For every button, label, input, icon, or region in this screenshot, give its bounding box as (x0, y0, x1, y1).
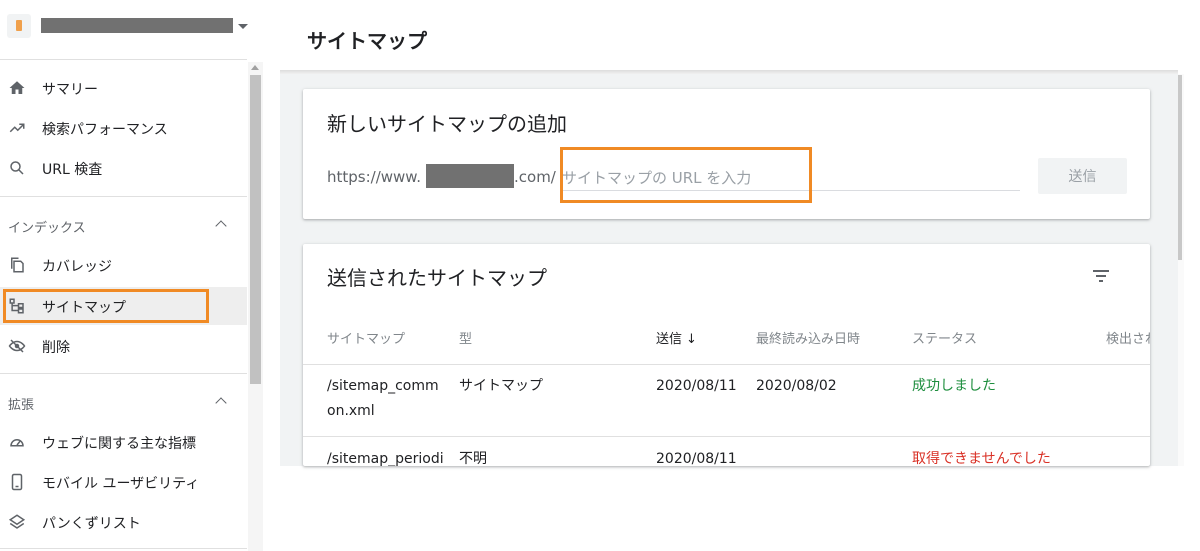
cell-type: 不明 (459, 451, 487, 466)
property-selector[interactable] (0, 0, 263, 58)
sidebar-item-label: サイトマップ (42, 300, 126, 316)
cell-sitemap-continued[interactable]: on.xml (327, 399, 375, 423)
column-header-discovered[interactable]: 検出され (1106, 328, 1150, 347)
home-icon (8, 79, 26, 97)
submitted-sitemaps-title: 送信されたサイトマップ (327, 266, 547, 290)
sidebar-item-label: サマリー (42, 82, 98, 98)
page-title: サイトマップ (307, 29, 427, 53)
property-name-redacted (41, 18, 233, 33)
chevron-up-icon[interactable] (215, 397, 227, 409)
search-console-app: サマリー 検索パフォーマンス URL 検査 インデックス カバレッジ サイトマッ… (0, 0, 1200, 551)
url-prefix-start: https://www. (327, 168, 421, 186)
sitemap-url-input[interactable] (562, 165, 1020, 191)
sidebar-item-web-vitals[interactable]: ウェブに関する主な指標 (0, 423, 247, 461)
sidebar: サマリー 検索パフォーマンス URL 検査 インデックス カバレッジ サイトマッ… (0, 0, 263, 551)
column-header-last-read[interactable]: 最終読み込み日時 (756, 328, 860, 347)
gauge-icon (8, 433, 26, 451)
sidebar-item-label: パンくずリスト (42, 516, 141, 532)
sidebar-item-url-inspection[interactable]: URL 検査 (0, 149, 247, 187)
main-scrollbar-thumb[interactable] (1178, 75, 1182, 260)
filter-icon[interactable] (1089, 264, 1113, 288)
column-header-status[interactable]: ステータス (912, 328, 977, 347)
add-sitemap-title: 新しいサイトマップの追加 (327, 112, 567, 136)
submit-button[interactable]: 送信 (1038, 158, 1127, 194)
sort-arrow-icon: ↓ (686, 332, 697, 347)
cell-sitemap[interactable]: /sitemap_periodi (327, 447, 444, 466)
chevron-up-icon[interactable] (215, 220, 227, 232)
sidebar-item-label: ウェブに関する主な指標 (42, 436, 196, 452)
sidebar-item-label: カバレッジ (42, 259, 112, 275)
divider (0, 548, 247, 549)
sidebar-item-label: モバイル ユーザビリティ (42, 476, 200, 492)
cell-status: 取得できませんでした (912, 451, 1051, 466)
sidebar-item-coverage[interactable]: カバレッジ (0, 246, 247, 284)
domain-redacted (426, 164, 514, 188)
caret-down-icon[interactable] (238, 24, 248, 29)
sidebar-item-breadcrumbs[interactable]: パンくずリスト (0, 503, 247, 541)
column-header-type[interactable]: 型 (459, 328, 472, 347)
sidebar-item-summary[interactable]: サマリー (0, 69, 247, 107)
column-header-label: 送信 (656, 332, 683, 347)
sidebar-item-label: 検索パフォーマンス (42, 122, 168, 138)
cell-sitemap[interactable]: /sitemap_comm (327, 374, 439, 398)
divider (0, 196, 247, 197)
url-prefix-end: .com/ (514, 168, 556, 186)
column-header-sitemap[interactable]: サイトマップ (327, 328, 405, 347)
cell-submitted: 2020/08/11 (656, 378, 737, 394)
divider (0, 59, 247, 60)
copy-icon (8, 256, 26, 274)
sidebar-item-sitemaps[interactable]: サイトマップ (0, 287, 247, 325)
cell-status: 成功しました (912, 378, 996, 394)
section-label: 拡張 (8, 398, 35, 413)
sitemap-icon (8, 297, 26, 315)
section-header-index[interactable]: インデックス (0, 210, 247, 240)
sidebar-item-mobile-usability[interactable]: モバイル ユーザビリティ (0, 463, 247, 501)
trending-up-icon (8, 119, 26, 137)
section-label: インデックス (8, 221, 86, 236)
smartphone-icon (8, 473, 26, 491)
scroll-up-arrow-icon[interactable] (251, 65, 259, 70)
add-sitemap-card: 新しいサイトマップの追加 https://www. .com/ 送信 (303, 89, 1150, 219)
sidebar-scrollbar-thumb[interactable] (250, 75, 261, 384)
divider (0, 373, 247, 374)
property-icon (7, 14, 31, 38)
cell-type: サイトマップ (459, 378, 543, 394)
row-divider (303, 364, 1150, 365)
search-icon (8, 159, 26, 177)
eye-off-icon (8, 337, 26, 355)
row-divider (303, 436, 1150, 437)
sidebar-item-label: URL 検査 (42, 162, 103, 178)
cell-last-read: 2020/08/02 (756, 378, 837, 394)
layers-icon (8, 513, 26, 531)
sidebar-item-label: 削除 (42, 340, 70, 356)
cell-submitted: 2020/08/11 (656, 451, 737, 466)
sidebar-item-removals[interactable]: 削除 (0, 327, 247, 365)
submitted-sitemaps-card: 送信されたサイトマップ サイトマップ 型 送信 ↓ 最終読み込み日時 ステータス … (303, 244, 1150, 466)
section-header-enhancements[interactable]: 拡張 (0, 387, 247, 417)
column-header-submitted[interactable]: 送信 ↓ (656, 328, 697, 347)
sidebar-item-performance[interactable]: 検索パフォーマンス (0, 109, 247, 147)
